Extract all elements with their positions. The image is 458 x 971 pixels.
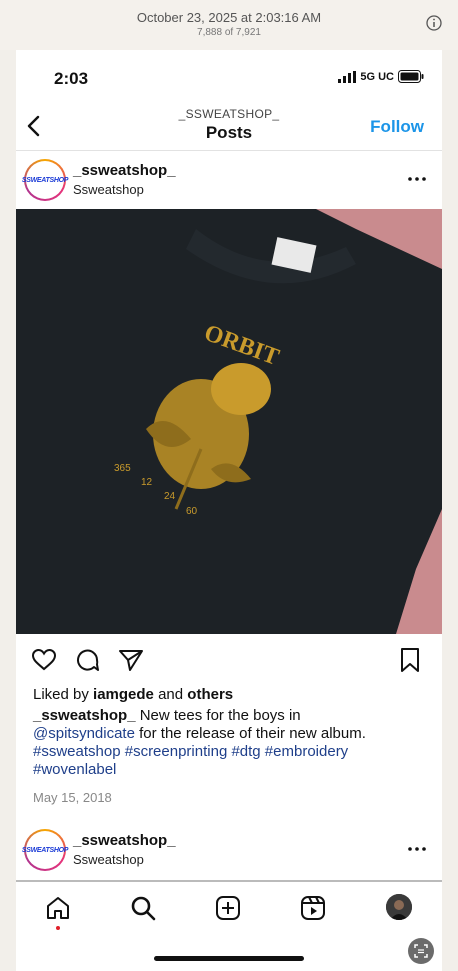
phone-screen: 2:03 5G UC _SSWEATSHOP_ Posts Follow SSW…	[16, 50, 442, 971]
tshirt-photo: ORBIT 365 12 24 60	[16, 209, 442, 634]
image-number: 365	[114, 463, 131, 474]
likes-prefix: Liked by	[33, 686, 94, 703]
page-header: _SSWEATSHOP_ Posts Follow	[16, 105, 442, 145]
follow-button[interactable]: Follow	[370, 117, 424, 137]
profile-avatar[interactable]	[386, 894, 412, 920]
bookmark-icon[interactable]	[397, 647, 423, 673]
avatar-logo-text: SSWEATSHOP	[21, 846, 69, 854]
avatar[interactable]: SSWEATSHOP	[21, 159, 69, 201]
share-icon[interactable]	[118, 647, 144, 673]
viewer-count: 7,888 of 7,921	[197, 27, 261, 38]
image-number: 24	[164, 491, 176, 502]
avatar-logo-text: SSWEATSHOP	[21, 176, 69, 184]
liked-user-link[interactable]: iamgede	[93, 686, 154, 703]
home-icon[interactable]	[45, 895, 71, 921]
hashtags[interactable]: #ssweatshop #screenprinting #dtg #embroi…	[33, 743, 348, 760]
likes-line: Liked by iamgede and others	[33, 686, 428, 704]
post-display-name: Ssweatshop	[73, 182, 144, 197]
image-number: 60	[186, 506, 198, 517]
viewer-bar: October 23, 2025 at 2:03:16 AM 7,888 of …	[0, 0, 458, 50]
post-date: May 15, 2018	[33, 790, 112, 805]
mention-link[interactable]: @spitsyndicate	[33, 725, 135, 742]
more-options-icon[interactable]	[408, 177, 426, 181]
bottom-nav	[16, 880, 442, 942]
viewer-date: October 23, 2025 at 2:03:16 AM	[136, 10, 322, 25]
battery-icon	[398, 70, 424, 83]
status-indicators: 5G UC	[338, 70, 424, 83]
post-header: SSWEATSHOP _ssweatshop_ Ssweatshop	[16, 150, 442, 210]
info-icon[interactable]	[426, 15, 442, 31]
notification-dot	[56, 926, 60, 930]
post-image[interactable]: ORBIT 365 12 24 60	[16, 209, 442, 634]
avatar[interactable]: SSWEATSHOP	[21, 829, 69, 871]
status-time: 2:03	[54, 69, 89, 88]
search-icon[interactable]	[130, 895, 156, 921]
more-options-icon[interactable]	[408, 847, 426, 851]
screenshot-lens-button[interactable]	[408, 938, 434, 964]
add-icon[interactable]	[215, 895, 241, 921]
caption-body: New tees for the boys in	[135, 707, 301, 724]
reels-icon[interactable]	[300, 895, 326, 921]
home-indicator[interactable]	[154, 956, 304, 961]
signal-icon	[338, 70, 357, 83]
post-actions	[16, 647, 442, 675]
next-post-header: SSWEATSHOP _ssweatshop_ Ssweatshop	[16, 820, 442, 880]
liked-others-link[interactable]: others	[187, 686, 233, 703]
post-caption: Liked by iamgede and others _ssweatshop_…	[33, 686, 428, 807]
caption-body-2: for the release of their new album.	[134, 725, 366, 742]
caption-username[interactable]: _ssweatshop_	[33, 707, 136, 724]
comment-icon[interactable]	[75, 647, 101, 673]
likes-and: and	[153, 686, 188, 703]
scan-icon	[414, 944, 428, 958]
post-username[interactable]: _ssweatshop_	[73, 162, 176, 179]
heart-icon[interactable]	[31, 647, 57, 673]
caption-text: _ssweatshop_ New tees for the boys in @sp…	[33, 707, 428, 779]
image-number: 12	[141, 477, 153, 488]
post-username[interactable]: _ssweatshop_	[73, 832, 176, 849]
hashtags[interactable]: #wovenlabel	[33, 761, 116, 778]
network-label: 5G UC	[360, 70, 394, 83]
post-display-name: Ssweatshop	[73, 852, 144, 867]
